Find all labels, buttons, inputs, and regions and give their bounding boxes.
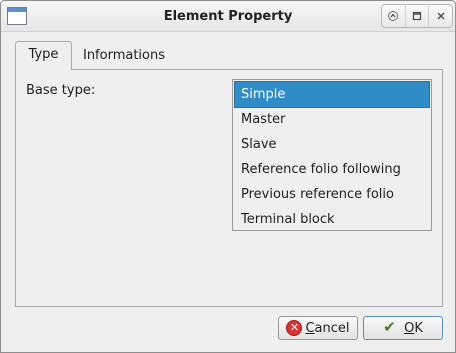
ok-icon: ✔ [383, 318, 396, 336]
list-item-reference-folio-following[interactable]: Reference folio following [235, 157, 429, 182]
list-item-simple[interactable]: Simple [234, 81, 430, 108]
list-item-terminal-block[interactable]: Terminal block [235, 207, 429, 232]
restore-icon[interactable] [404, 5, 429, 27]
base-type-label: Base type: [26, 83, 96, 98]
tab-type[interactable]: Type [15, 41, 72, 70]
shade-up-icon[interactable] [382, 5, 405, 27]
dialog-window: Element Property Type Informations Base … [0, 0, 456, 353]
cancel-button-label: Cancel [305, 320, 350, 336]
base-type-list[interactable]: Simple Master Slave Reference folio foll… [232, 79, 432, 231]
list-item-previous-reference-folio[interactable]: Previous reference folio [235, 182, 429, 207]
window-controls [381, 4, 453, 28]
ok-button-label: OK [404, 320, 423, 336]
tab-informations[interactable]: Informations [73, 43, 175, 71]
list-item-master[interactable]: Master [235, 107, 429, 132]
cancel-icon: ✕ [286, 320, 303, 336]
close-icon[interactable] [428, 5, 452, 27]
ok-button[interactable]: ✔ OK [363, 316, 443, 340]
cancel-button[interactable]: ✕ Cancel [278, 316, 358, 340]
title-bar[interactable]: Element Property [1, 1, 455, 32]
list-item-slave[interactable]: Slave [235, 132, 429, 157]
